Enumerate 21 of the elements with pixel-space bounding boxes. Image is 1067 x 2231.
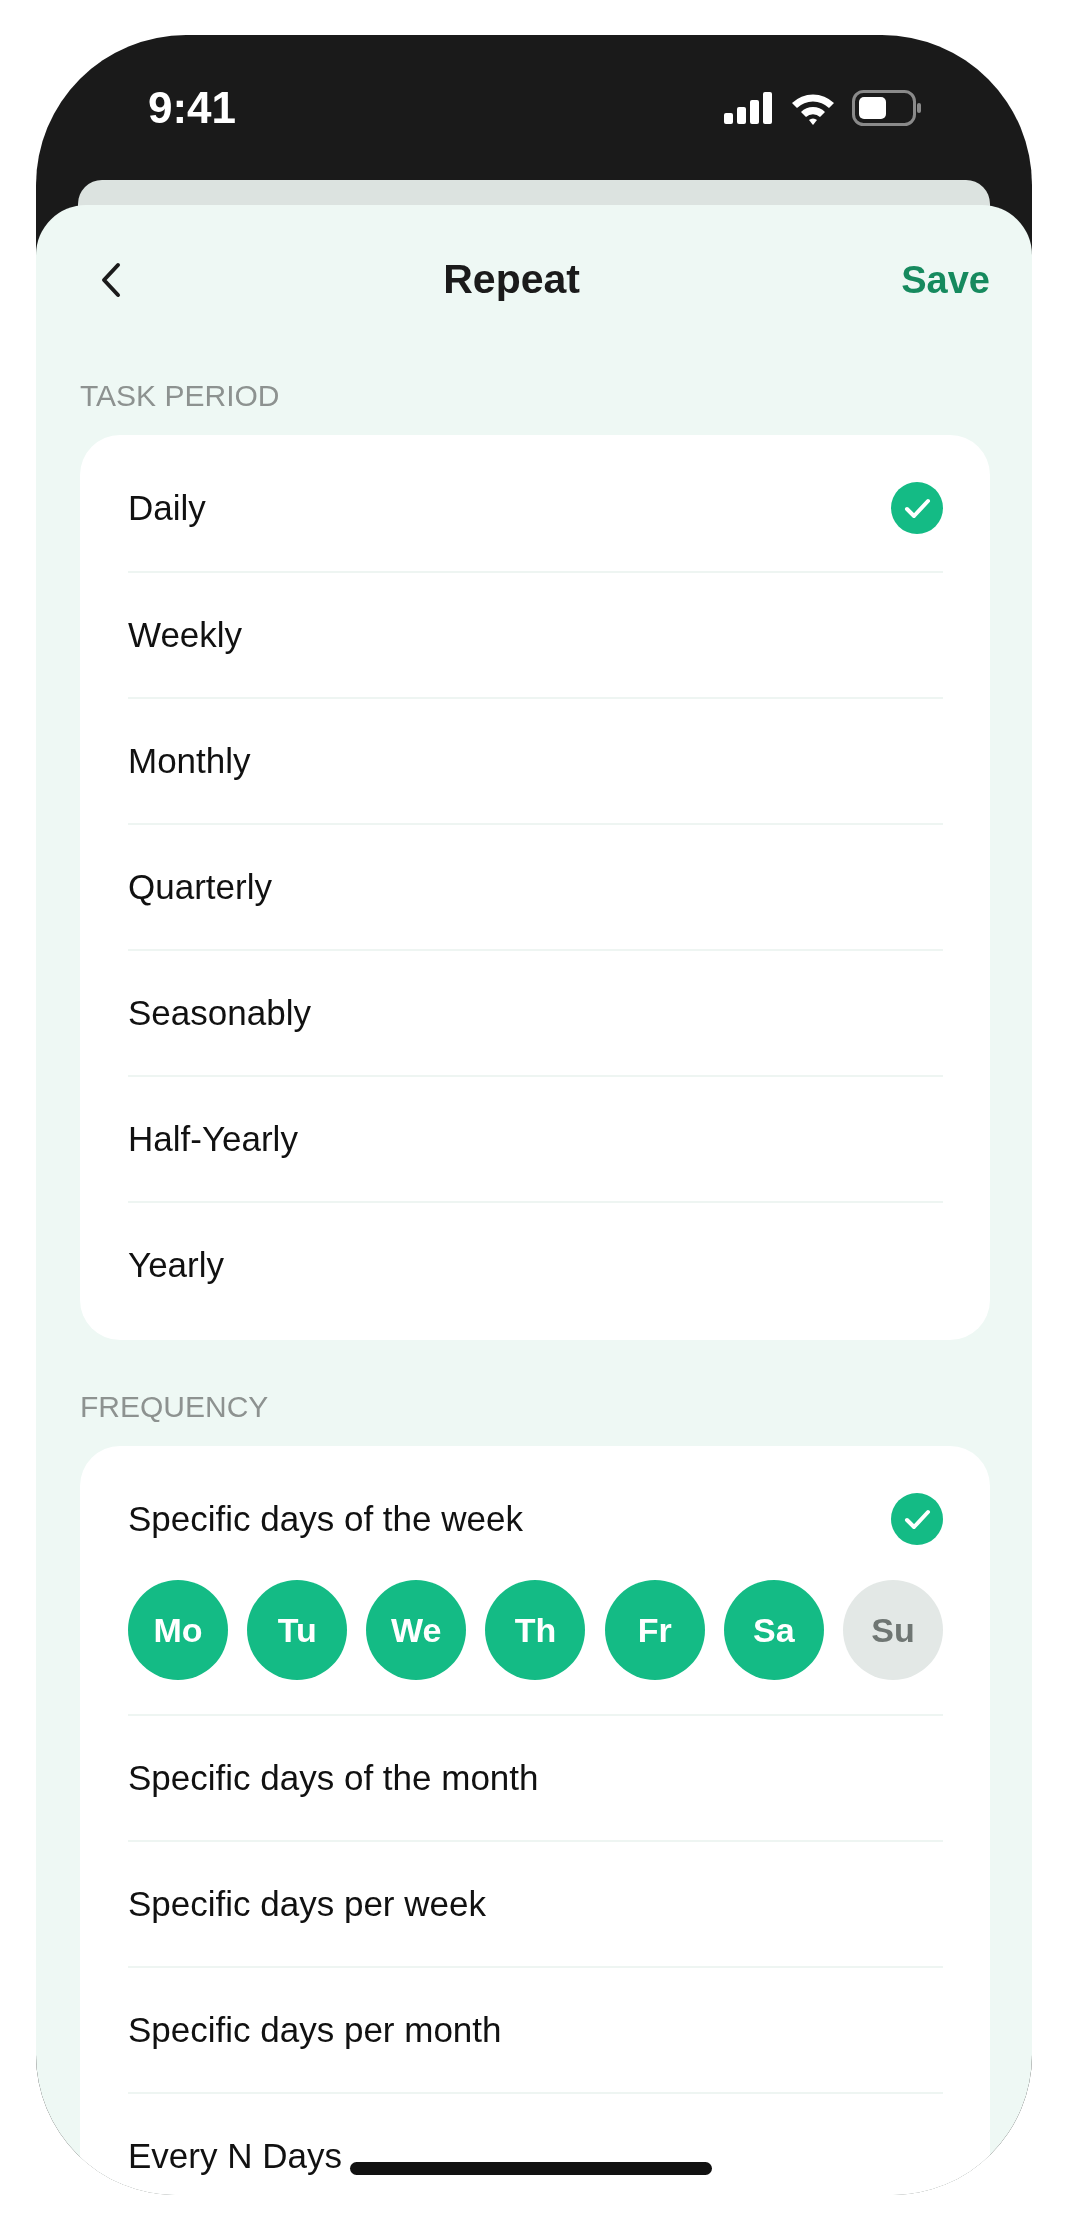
signal-icon	[724, 91, 774, 124]
back-button[interactable]	[100, 261, 122, 299]
option-label[interactable]: Half-Yearly	[128, 1112, 298, 1166]
option-label[interactable]: Specific days per month	[128, 2003, 502, 2057]
option-label[interactable]: Specific days of the month	[128, 1751, 539, 1805]
section-label: TASK PERIOD	[80, 377, 280, 414]
screen-title: Repeat	[443, 255, 580, 305]
option-label[interactable]: Specific days of the week	[128, 1492, 523, 1546]
option-label[interactable]: Daily	[128, 481, 206, 535]
option-label[interactable]: Seasonably	[128, 986, 311, 1040]
option-label[interactable]: Monthly	[128, 734, 251, 788]
option-label[interactable]: Yearly	[128, 1238, 224, 1292]
option-label[interactable]: Quarterly	[128, 860, 272, 914]
save-link[interactable]: Save	[901, 251, 990, 309]
option-label[interactable]: Specific days per week	[128, 1877, 486, 1931]
day-toggle[interactable]: Su	[842, 1580, 943, 1680]
battery-icon	[852, 89, 922, 126]
section-label: FREQUENCY	[80, 1388, 269, 1425]
option-label[interactable]: Weekly	[128, 608, 243, 662]
option-label[interactable]: Every N Days	[128, 2129, 342, 2183]
status-time: 9:41	[148, 81, 237, 134]
